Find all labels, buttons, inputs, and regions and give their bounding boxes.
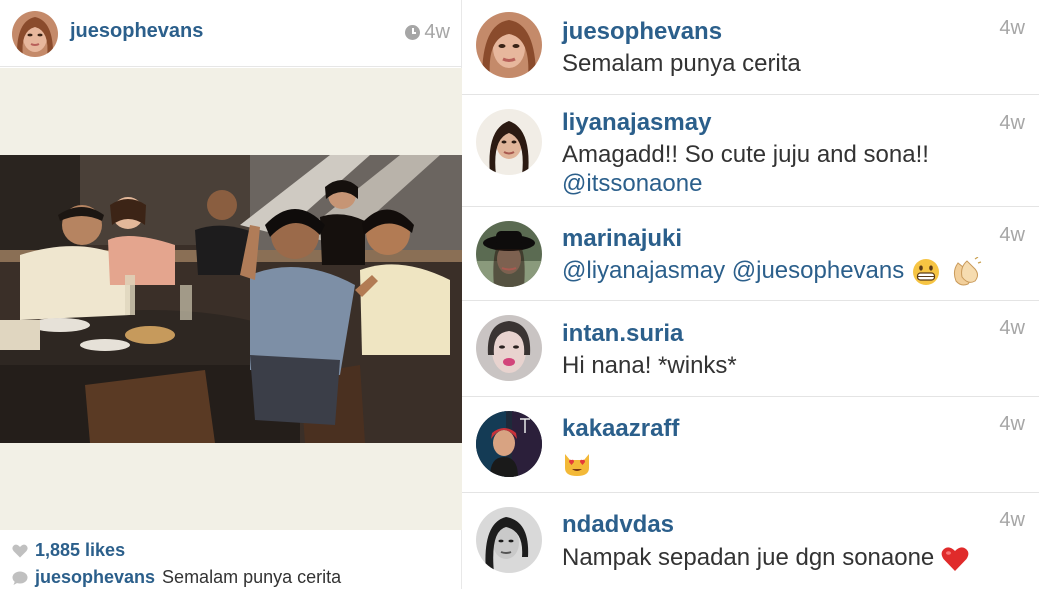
heart-icon — [12, 544, 28, 557]
caption-username[interactable]: juesophevans — [35, 567, 155, 588]
avatar[interactable] — [476, 411, 542, 477]
avatar[interactable] — [476, 109, 542, 175]
caption-row: juesophevans Semalam punya cerita — [12, 567, 341, 588]
comment-text-body: Amagadd!! So cute juju and sona!! — [562, 141, 929, 168]
comment-username[interactable]: intan.suria — [562, 320, 683, 348]
post-username[interactable]: juesophevans — [70, 20, 203, 43]
comment-mentions[interactable]: @liyanajasmay @juesophevans — [562, 257, 904, 284]
clapping-hands-icon — [953, 256, 981, 286]
likes-count[interactable]: 1,885 likes — [35, 540, 125, 561]
comment-item: juesophevans Semalam punya cerita 4w — [462, 0, 1039, 95]
comment-text: Semalam punya cerita — [562, 50, 801, 77]
likes-row[interactable]: 1,885 likes — [12, 540, 125, 561]
comment-item: intan.suria Hi nana! *winks* 4w — [462, 301, 1039, 397]
comment-time: 4w — [999, 17, 1025, 39]
comments-panel: juesophevans Semalam punya cerita 4w liy… — [462, 0, 1039, 589]
avatar[interactable] — [476, 507, 542, 573]
comment-text — [562, 447, 1012, 478]
comment-time: 4w — [999, 317, 1025, 339]
heart-eyes-cat-icon — [565, 453, 589, 476]
instagram-screen: juesophevans 4w 1,885 likes juesophevans… — [0, 0, 1039, 589]
comment-time: 4w — [999, 509, 1025, 531]
post-avatar[interactable] — [12, 11, 58, 57]
post-timestamp: 4w — [405, 21, 450, 44]
comment-text: Nampak sepadan jue dgn sonaone — [562, 543, 1012, 572]
post-photo[interactable] — [0, 155, 462, 443]
comment-time: 4w — [999, 413, 1025, 435]
grinning-face-icon — [912, 258, 939, 285]
caption-text: Semalam punya cerita — [162, 567, 342, 587]
comment-item: liyanajasmay Amagadd!! So cute juju and … — [462, 95, 1039, 207]
comment-time: 4w — [999, 112, 1025, 134]
comment-time: 4w — [999, 224, 1025, 246]
comment-username[interactable]: juesophevans — [562, 18, 722, 46]
comment-item: kakaazraff 4w — [462, 397, 1039, 493]
comment-text-body: Nampak sepadan jue dgn sonaone — [562, 544, 935, 571]
avatar[interactable] — [476, 221, 542, 287]
clock-icon — [405, 25, 421, 40]
comment-text: Amagadd!! So cute juju and sona!! @itsso… — [562, 140, 1012, 198]
post-footer: 1,885 likes juesophevans Semalam punya c… — [0, 532, 462, 589]
post-header: juesophevans 4w — [0, 0, 462, 67]
comment-item: ndadvdas Nampak sepadan jue dgn sonaone … — [462, 493, 1039, 589]
comment-username[interactable]: liyanajasmay — [562, 109, 711, 137]
comment-icon — [12, 571, 28, 585]
comment-item: marinajuki @liyanajasmay @juesophevans 4… — [462, 207, 1039, 301]
post-media[interactable] — [0, 68, 462, 530]
comment-text: @liyanajasmay @juesophevans — [562, 256, 1012, 287]
post-panel: juesophevans 4w 1,885 likes juesophevans… — [0, 0, 462, 589]
comment-username[interactable]: ndadvdas — [562, 511, 674, 539]
red-heart-icon — [941, 547, 969, 571]
comment-text: Hi nana! *winks* — [562, 352, 737, 379]
avatar[interactable] — [476, 315, 542, 381]
post-time-label: 4w — [424, 21, 450, 43]
comment-username[interactable]: kakaazraff — [562, 415, 679, 443]
comment-username[interactable]: marinajuki — [562, 225, 682, 253]
avatar[interactable] — [476, 12, 542, 78]
mention-link[interactable]: @itssonaone — [562, 170, 702, 197]
